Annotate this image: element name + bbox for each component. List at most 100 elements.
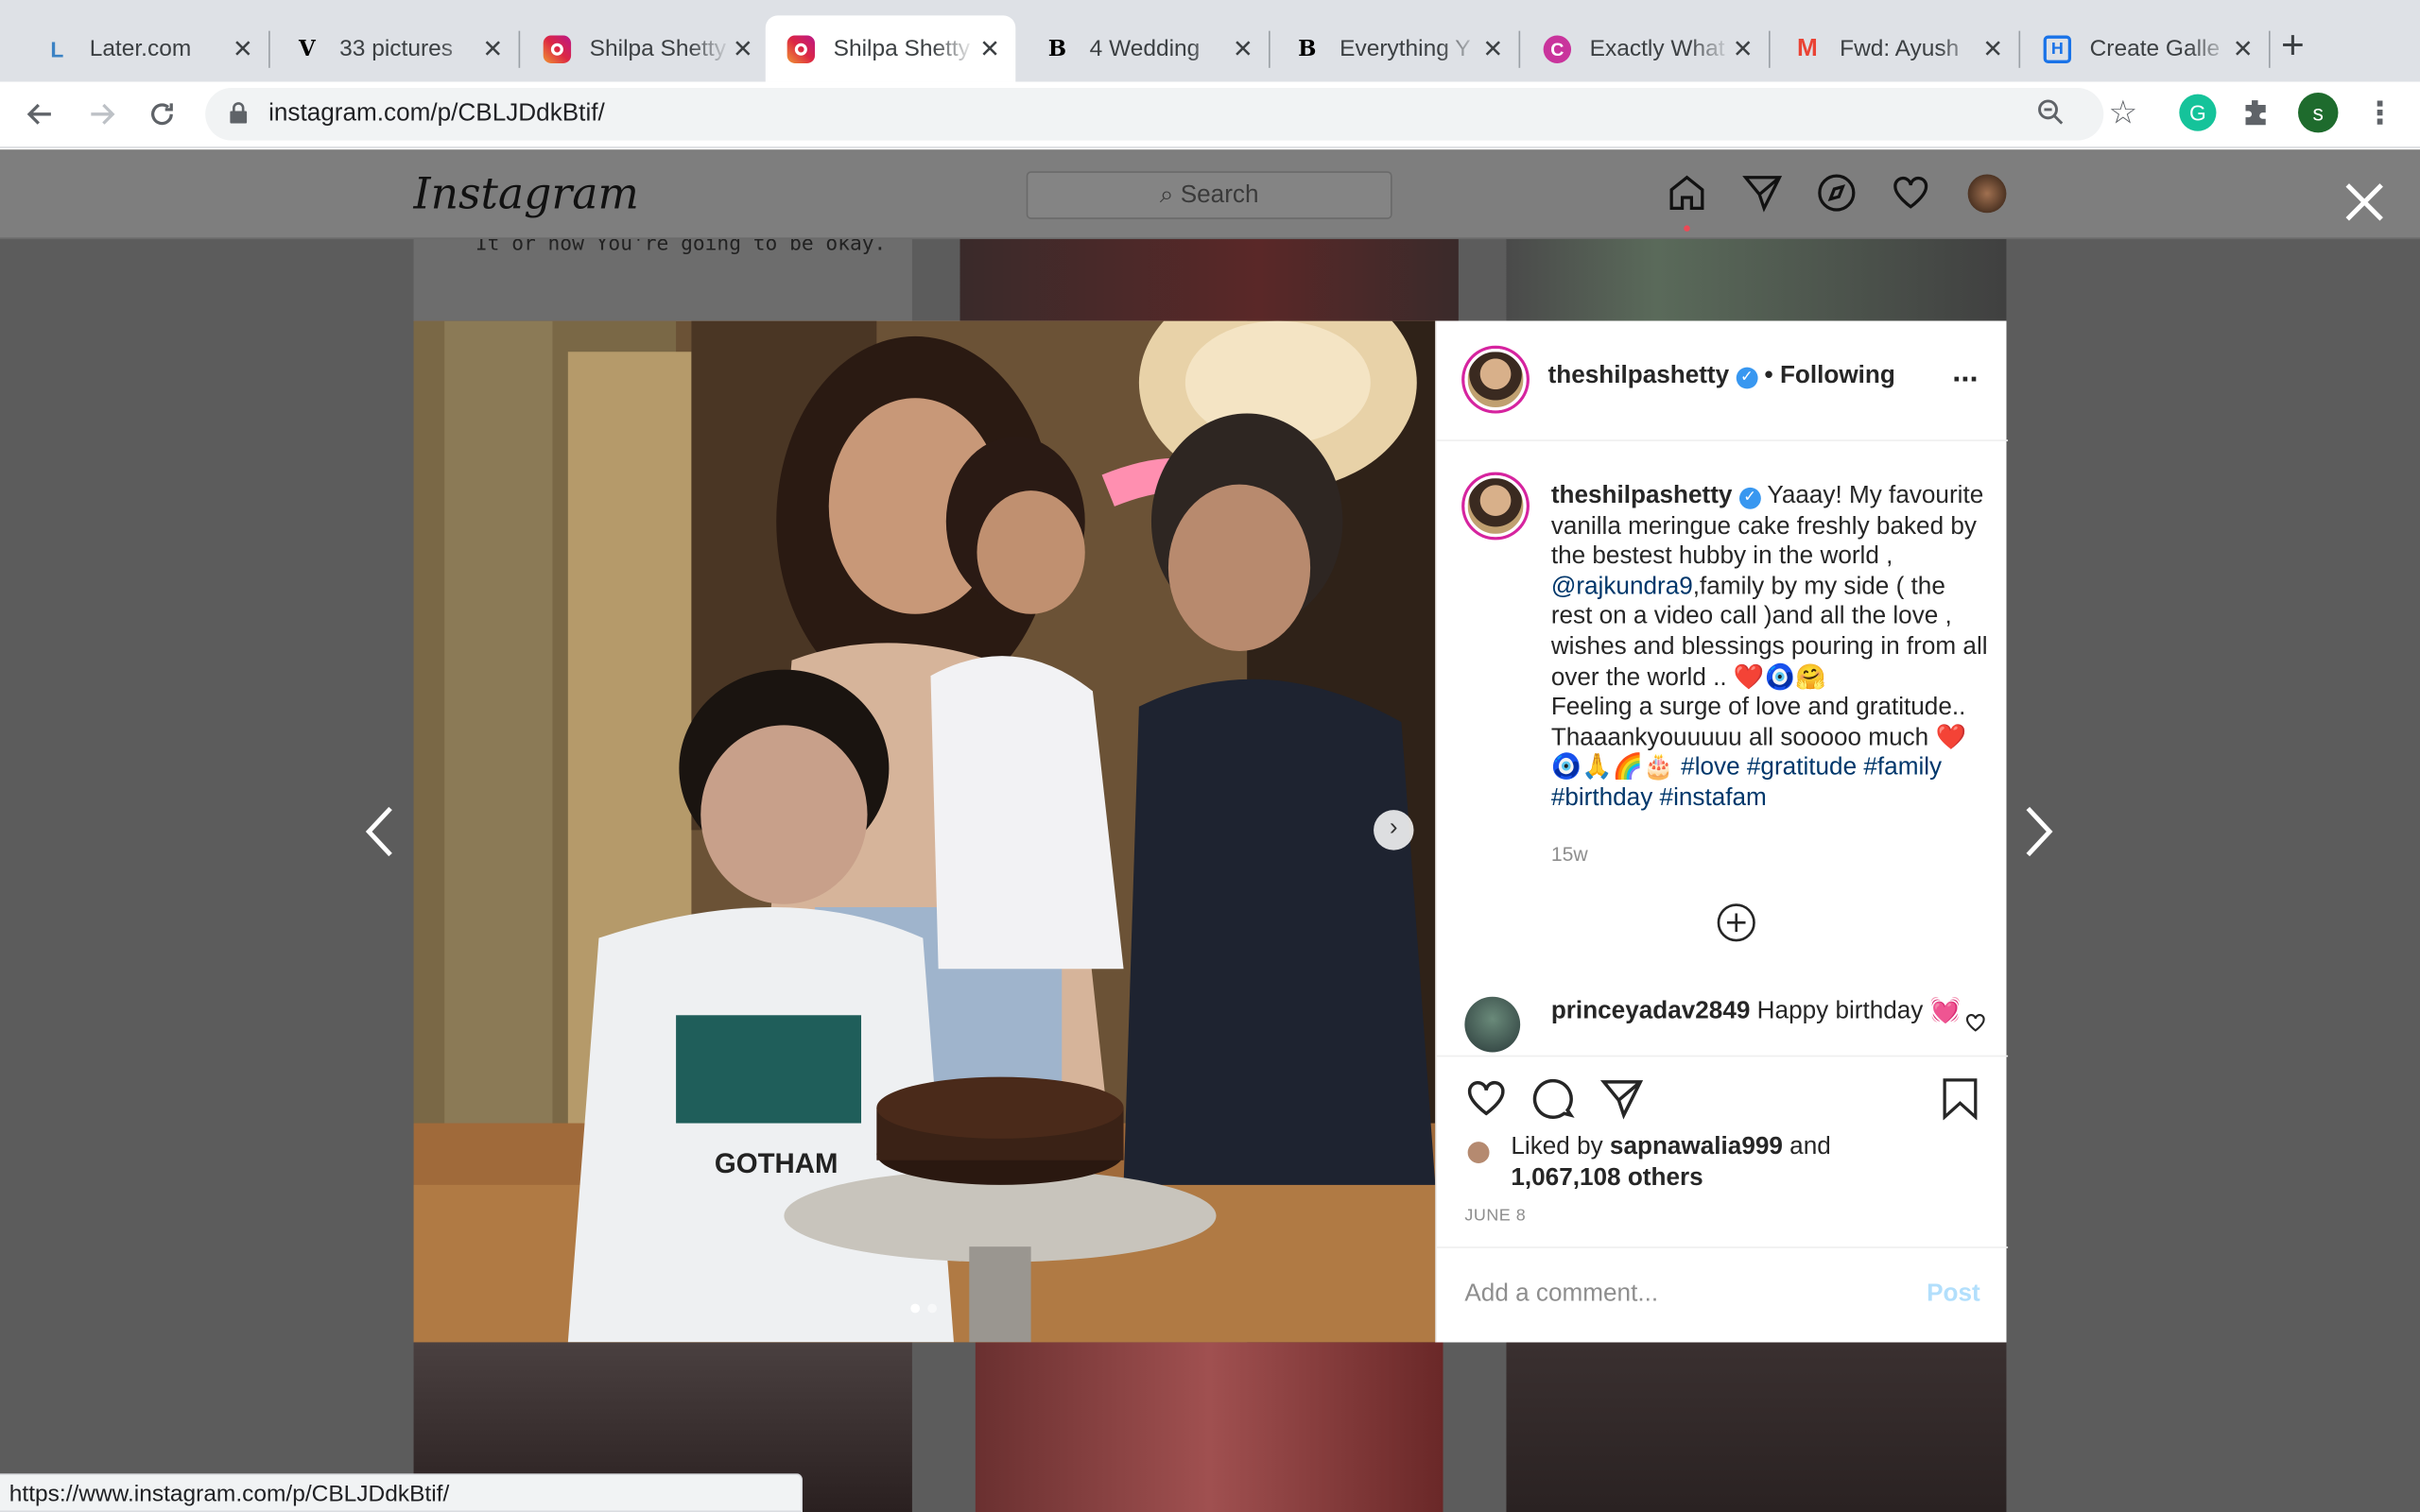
profile-avatar[interactable]: s (2298, 92, 2339, 133)
close-tab-icon[interactable]: ✕ (733, 34, 753, 65)
post-comment-button[interactable]: Post (1927, 1280, 1980, 1308)
close-tab-icon[interactable]: ✕ (1482, 34, 1503, 65)
author-avatar[interactable] (1464, 348, 1527, 411)
share-icon[interactable] (1600, 1077, 1644, 1121)
instagram-logo[interactable]: Instagram (414, 168, 639, 219)
post-age[interactable]: 15w (1551, 838, 1991, 868)
bazaar-icon: B (1298, 36, 1317, 61)
grid-thumbnail[interactable] (975, 1342, 1443, 1512)
reload-icon[interactable] (147, 98, 178, 129)
notification-dot (1684, 225, 1690, 232)
explore-icon[interactable] (1817, 173, 1857, 213)
comment: princeyadav2849 Happy birthday 💓 (1550, 998, 1962, 1025)
new-tab-button[interactable]: + (2281, 25, 2305, 64)
address-bar[interactable]: instagram.com/p/CBLJDdkBtif/ ☆ (205, 88, 2137, 141)
tab-instagram-1[interactable]: Shilpa Shetty ✕ (522, 15, 769, 81)
like-comment-heart-icon[interactable] (1964, 1012, 1986, 1034)
more-options-icon[interactable]: ... (1952, 355, 1978, 391)
save-bookmark-icon[interactable] (1940, 1077, 1979, 1121)
close-icon[interactable] (2342, 180, 2386, 224)
hashtag-link[interactable]: #instafam (1660, 785, 1767, 812)
likes-count-link[interactable]: 1,067,108 others (1511, 1164, 1703, 1191)
caption-avatar[interactable] (1464, 474, 1527, 538)
h-icon: H (2043, 34, 2072, 63)
tab-c[interactable]: C Exactly What ✕ (1522, 15, 1771, 81)
grid-thumbnail[interactable] (1506, 1342, 2007, 1512)
status-url-bubble: https://www.instagram.com/p/CBLJDdkBtif/ (0, 1473, 803, 1512)
post-photo[interactable]: GOTHAM › (413, 320, 1436, 1343)
like-heart-icon[interactable] (1464, 1077, 1508, 1121)
tab-instagram-active[interactable]: Shilpa Shetty ✕ (765, 15, 1016, 82)
close-tab-icon[interactable]: ✕ (1982, 34, 2003, 65)
comment-input[interactable]: Add a comment... (1464, 1280, 1658, 1308)
next-post-arrow-icon[interactable] (2022, 804, 2056, 860)
hashtag-link[interactable]: #birthday (1551, 785, 1652, 812)
comment-username[interactable]: princeyadav2849 (1551, 998, 1751, 1024)
following-button[interactable]: • Following (1765, 363, 1895, 389)
post-header: theshilpashetty ✓ • Following ... (1436, 321, 2009, 441)
grid-thumbnail[interactable] (1506, 239, 2007, 321)
activity-heart-icon[interactable] (1891, 173, 1930, 213)
author-line: theshilpashetty ✓ • Following (1548, 363, 1895, 390)
tab-later[interactable]: L Later.com ✕ (22, 15, 270, 81)
instagram-icon (786, 34, 816, 63)
post-caption: theshilpashetty ✓ Yaaay! My favourite va… (1551, 481, 1991, 868)
browser-toolbar: instagram.com/p/CBLJDdkBtif/ ☆ G s ⋮ (0, 81, 2420, 148)
grid-thumbnail[interactable] (959, 239, 1459, 321)
svg-text:GOTHAM: GOTHAM (715, 1148, 838, 1179)
author-username[interactable]: theshilpashetty (1548, 363, 1730, 389)
close-tab-icon[interactable]: ✕ (1733, 34, 1754, 65)
caption-username[interactable]: theshilpashetty (1551, 483, 1733, 509)
commenter-avatar[interactable] (1464, 996, 1521, 1053)
vogue-icon: V (299, 36, 316, 61)
tab-gmail[interactable]: M Fwd: Ayush ✕ (1772, 15, 2021, 81)
tab-gallery[interactable]: H Create Galle ✕ (2022, 15, 2271, 81)
close-tab-icon[interactable]: ✕ (2233, 34, 2254, 65)
instagram-icon (543, 34, 572, 63)
hashtag-link[interactable]: #love (1681, 755, 1739, 782)
tab-vogue[interactable]: V 33 pictures ✕ (271, 15, 521, 81)
search-icon: ⌕ (1159, 181, 1181, 209)
likes-summary: Liked by sapnawalia999 and 1,067,108 oth… (1511, 1133, 1831, 1191)
menu-kebab-icon[interactable]: ⋮ (2361, 94, 2398, 131)
tab-bazaar-2[interactable]: B Everything Y ✕ (1271, 15, 1521, 81)
add-comment-bar: Add a comment... Post (1436, 1246, 2009, 1342)
later-icon: L (50, 36, 64, 61)
zoom-icon[interactable] (2037, 98, 2065, 126)
direct-message-icon[interactable] (1742, 173, 1783, 213)
verified-badge-icon: ✓ (1736, 367, 1758, 389)
hashtag-link[interactable]: #family (1863, 755, 1942, 782)
verified-badge-icon: ✓ (1738, 487, 1761, 509)
bazaar-icon: B (1047, 36, 1067, 61)
home-icon[interactable] (1667, 173, 1706, 213)
load-more-comments-icon[interactable] (1717, 902, 1756, 942)
extensions-icon[interactable] (2239, 94, 2276, 131)
instagram-header: Instagram ⌕ Search (0, 149, 2420, 240)
close-tab-icon[interactable]: ✕ (979, 34, 1000, 65)
c-icon: C (1543, 34, 1572, 63)
mention-link[interactable]: @rajkundra9 (1551, 574, 1693, 600)
grid-thumbnail[interactable]: It or how You're going to be okay. (413, 239, 912, 321)
liked-by-username[interactable]: sapnawalia999 (1610, 1134, 1783, 1160)
url-text[interactable]: instagram.com/p/CBLJDdkBtif/ (268, 100, 605, 128)
back-icon[interactable] (25, 98, 56, 129)
close-tab-icon[interactable]: ✕ (1233, 34, 1253, 65)
post-modal: GOTHAM › theshilpashetty ✓ • Following .… (413, 320, 2009, 1343)
close-tab-icon[interactable]: ✕ (482, 34, 503, 65)
carousel-next-icon[interactable]: › (1374, 810, 1414, 850)
previous-post-arrow-icon[interactable] (363, 804, 397, 860)
tab-strip: L Later.com ✕ V 33 pictures ✕ Shilpa She… (0, 0, 2420, 82)
forward-icon[interactable] (86, 98, 117, 129)
comment-bubble-icon[interactable] (1532, 1077, 1576, 1121)
search-input[interactable]: ⌕ Search (1026, 171, 1392, 219)
tab-bazaar-1[interactable]: B 4 Wedding ✕ (1022, 15, 1270, 81)
profile-avatar[interactable] (1967, 174, 2007, 214)
instagram-page: Instagram ⌕ Search It or how You're goin… (0, 149, 2420, 1512)
lock-icon[interactable] (230, 102, 248, 124)
post-date[interactable]: JUNE 8 (1464, 1207, 1526, 1226)
grammarly-icon[interactable]: G (2179, 94, 2217, 131)
hashtag-link[interactable]: #gratitude (1747, 755, 1857, 782)
family-photo-illustration: GOTHAM (413, 320, 1436, 1343)
bookmark-star-icon[interactable]: ☆ (2108, 94, 2137, 133)
close-tab-icon[interactable]: ✕ (233, 34, 253, 65)
